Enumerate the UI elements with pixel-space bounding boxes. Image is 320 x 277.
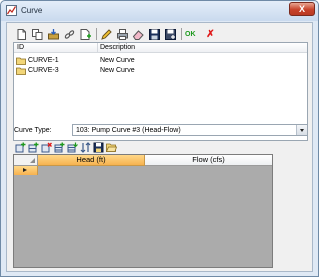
grid-current-row-indicator[interactable] (14, 166, 38, 175)
edit-icon[interactable] (100, 28, 113, 41)
curve-id: CURVE-3 (28, 67, 59, 74)
toolbar-separator (96, 28, 97, 40)
add-icon[interactable] (79, 28, 92, 41)
toolbar-separator (181, 28, 182, 40)
insert-row-icon[interactable] (15, 142, 26, 153)
folder-icon (16, 67, 26, 75)
column-header-description[interactable]: Description (100, 44, 135, 51)
list-header: ID Description (14, 43, 307, 53)
curve-data-grid[interactable]: Head (ft) Flow (cfs) (13, 154, 273, 268)
sort-icon[interactable] (80, 141, 91, 153)
link-icon[interactable] (63, 28, 76, 41)
open-icon[interactable] (106, 142, 117, 153)
curve-description: New Curve (100, 67, 135, 74)
ok-button[interactable]: OK (185, 28, 201, 41)
close-button[interactable]: X (289, 2, 315, 16)
column-header-id[interactable]: ID (17, 44, 24, 51)
grid-column-flow-cfs[interactable]: Flow (cfs) (145, 155, 272, 166)
close-icon: X (298, 4, 305, 14)
curve-toolbar: OK ✗ (15, 27, 220, 41)
list-item[interactable]: CURVE-1 New Curve (16, 56, 306, 66)
import-icon[interactable] (47, 28, 60, 41)
folder-icon (16, 57, 26, 65)
grid-select-all-corner[interactable] (14, 155, 38, 166)
append-row-icon[interactable] (28, 142, 39, 153)
grid-toolbar (15, 141, 119, 153)
eraser-icon[interactable] (132, 28, 145, 41)
grid-column-head-ft[interactable]: Head (ft) (38, 155, 145, 166)
ok-icon: OK (185, 30, 196, 38)
curve-type-select[interactable]: 103: Pump Curve #3 (Head-Flow) (72, 124, 308, 136)
new-icon[interactable] (15, 28, 28, 41)
curve-dialog: Curve X OK ✗ ID Description CURVE-1 New … (0, 0, 319, 277)
curve-id: CURVE-1 (28, 57, 59, 64)
chevron-down-icon[interactable] (296, 125, 307, 135)
window-title: Curve (21, 6, 43, 15)
cancel-icon: ✗ (206, 28, 215, 40)
save-as-icon[interactable] (164, 28, 177, 41)
save-icon[interactable] (93, 142, 104, 153)
column-divider[interactable] (97, 43, 98, 53)
curve-type-value: 103: Pump Curve #3 (Head-Flow) (76, 127, 181, 134)
curve-app-icon (6, 5, 17, 16)
delete-row-icon[interactable] (41, 142, 52, 153)
paste-rows-icon[interactable] (67, 142, 78, 153)
cancel-button[interactable]: ✗ (204, 28, 217, 41)
curve-type-label: Curve Type: (14, 127, 52, 134)
dialog-client-area: OK ✗ ID Description CURVE-1 New Curve CU… (6, 22, 313, 272)
list-item[interactable]: CURVE-3 New Curve (16, 66, 306, 76)
save-icon[interactable] (148, 28, 161, 41)
title-bar: Curve X (1, 1, 318, 21)
copy-rows-icon[interactable] (54, 142, 65, 153)
print-icon[interactable] (116, 28, 129, 41)
curve-description: New Curve (100, 57, 135, 64)
copy-icon[interactable] (31, 28, 44, 41)
